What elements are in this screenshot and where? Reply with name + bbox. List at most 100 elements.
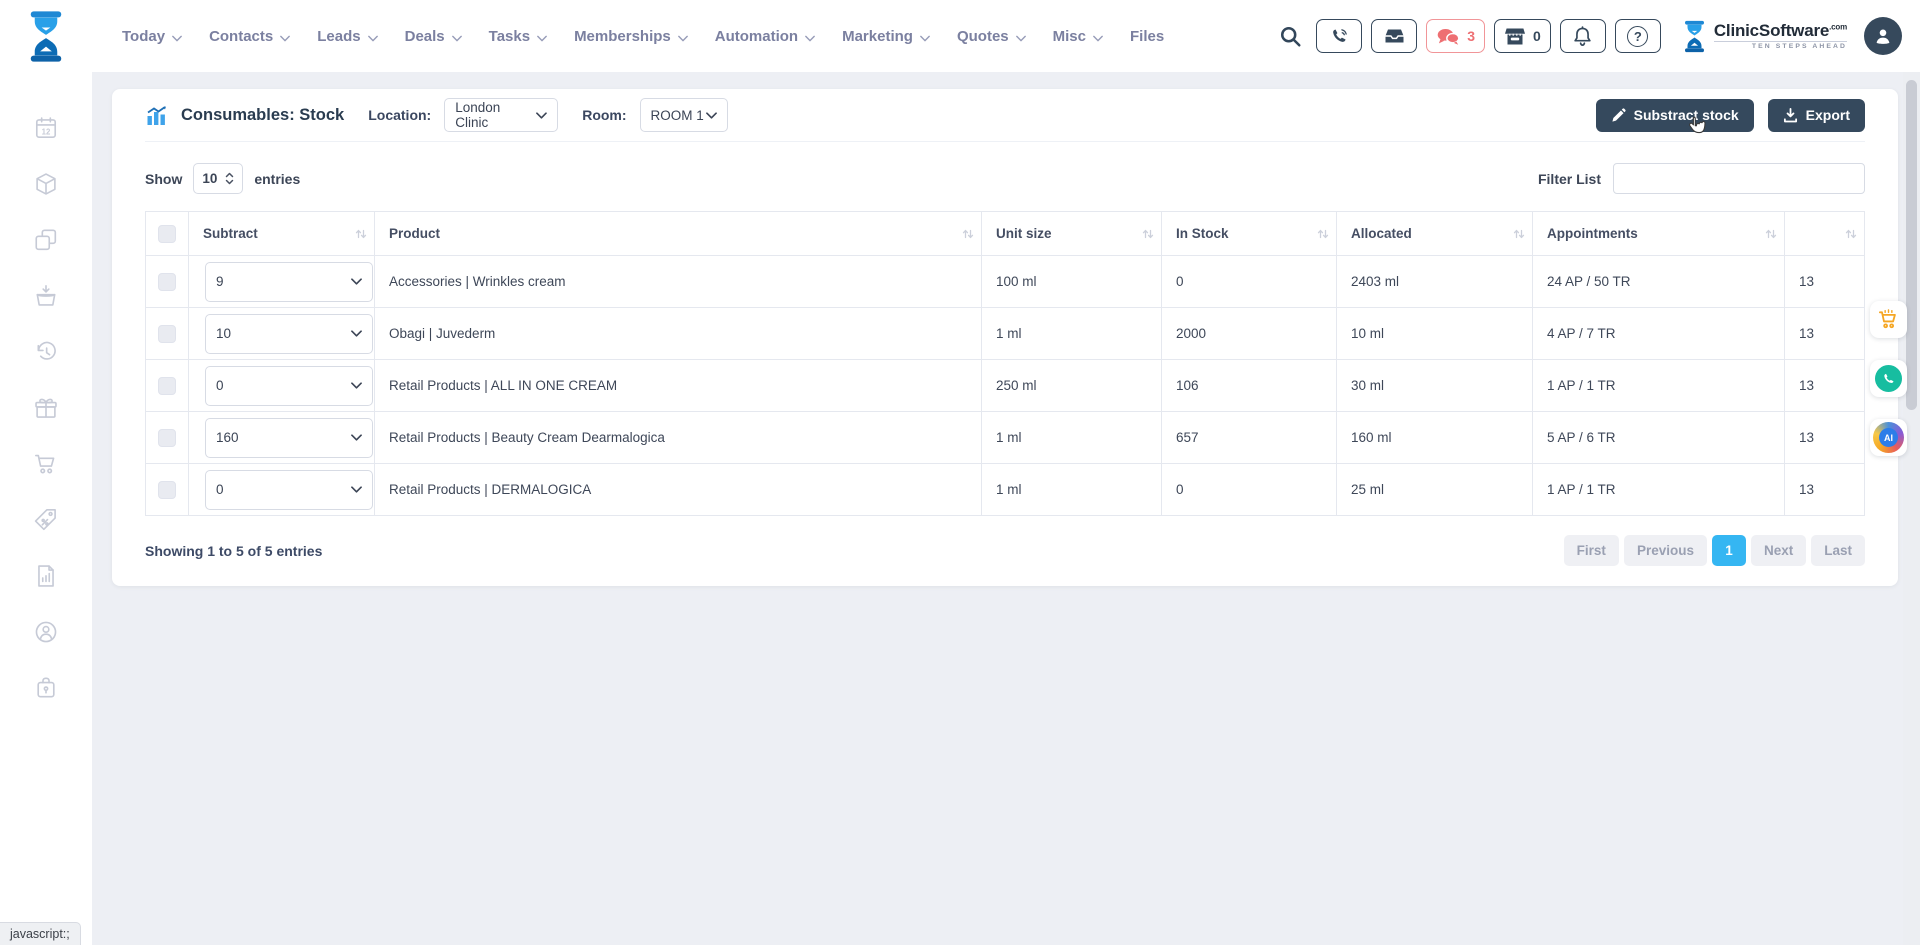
inbox-button[interactable] (1371, 19, 1417, 53)
sidebar-item-discounts[interactable] (31, 506, 61, 533)
allocated-cell: 30 ml (1337, 360, 1533, 412)
page-next-button[interactable]: Next (1751, 535, 1806, 566)
subtract-select-value: 160 (216, 430, 239, 445)
sidebar-item-basket-download[interactable] (31, 282, 61, 309)
svg-text:12: 12 (42, 127, 51, 136)
chevron-down-icon (280, 29, 290, 46)
room-select[interactable]: ROOM 1 (640, 98, 728, 132)
column-header-extra[interactable] (1785, 212, 1865, 256)
user-avatar[interactable] (1864, 17, 1902, 55)
sidebar-item-gift[interactable] (31, 394, 61, 421)
allocated-cell: 10 ml (1337, 308, 1533, 360)
location-select[interactable]: London Clinic (444, 98, 558, 132)
nav-item-marketing[interactable]: Marketing (842, 27, 930, 46)
nav-item-label: Misc (1053, 28, 1086, 45)
sidebar-item-cart[interactable] (31, 450, 61, 477)
row-checkbox[interactable] (158, 429, 176, 447)
subtract-stock-button[interactable]: Substract stock (1596, 99, 1754, 132)
phone-button[interactable] (1316, 19, 1362, 53)
subtract-select[interactable]: 0 (205, 366, 373, 406)
select-all-checkbox[interactable] (158, 225, 176, 243)
row-checkbox[interactable] (158, 377, 176, 395)
export-button[interactable]: Export (1768, 99, 1865, 132)
sidebar-item-copy[interactable] (31, 226, 61, 253)
search-icon[interactable] (1279, 25, 1302, 48)
column-header-allocated[interactable]: Allocated (1337, 212, 1533, 256)
ai-assistant-icon: AI (1873, 422, 1904, 453)
scrollbar-thumb[interactable] (1906, 80, 1917, 410)
page-scrollbar[interactable] (1903, 72, 1920, 945)
row-checkbox[interactable] (158, 273, 176, 291)
chevron-down-icon (172, 29, 182, 46)
nav-item-contacts[interactable]: Contacts (209, 27, 290, 46)
column-header-subtract[interactable]: Subtract (189, 212, 375, 256)
nav-item-files[interactable]: Files (1130, 28, 1164, 45)
consumables-stock-card: Consumables: Stock Location: London Clin… (112, 89, 1898, 586)
chevron-down-icon (351, 330, 362, 337)
nav-item-misc[interactable]: Misc (1053, 27, 1103, 46)
chat-badge: 3 (1467, 28, 1475, 44)
nav-item-automation[interactable]: Automation (715, 27, 815, 46)
pos-button[interactable]: 0 (1494, 19, 1551, 53)
page-previous-button[interactable]: Previous (1624, 535, 1707, 566)
unit-size-cell: 100 ml (982, 256, 1162, 308)
subtract-select[interactable]: 10 (205, 314, 373, 354)
hourglass-logo-icon (26, 10, 66, 63)
location-select-value: London Clinic (455, 100, 536, 130)
column-header-product[interactable]: Product (375, 212, 982, 256)
filter-list-input[interactable] (1613, 163, 1865, 194)
floating-cart-button[interactable] (1870, 301, 1907, 338)
nav-item-memberships[interactable]: Memberships (574, 27, 688, 46)
app-logo[interactable] (0, 10, 92, 63)
table-row: 160 Retail Products | Beauty Cream Dearma… (146, 412, 1865, 464)
nav-item-today[interactable]: Today (122, 27, 182, 46)
product-cell: Retail Products | Beauty Cream Dearmalog… (375, 412, 982, 464)
nav-item-quotes[interactable]: Quotes (957, 27, 1026, 46)
nav-item-leads[interactable]: Leads (317, 27, 377, 46)
subtract-select[interactable]: 0 (205, 470, 373, 510)
help-icon: ? (1627, 26, 1648, 47)
nav-item-deals[interactable]: Deals (405, 27, 462, 46)
sidebar: 12 (0, 72, 92, 945)
chevron-down-icon (1093, 29, 1103, 46)
extra-cell: 13 (1785, 308, 1865, 360)
room-select-value: ROOM 1 (651, 108, 704, 123)
nav-item-label: Deals (405, 28, 445, 45)
stock-chart-icon (145, 105, 169, 126)
row-checkbox[interactable] (158, 481, 176, 499)
sidebar-item-history[interactable] (31, 338, 61, 365)
in-stock-cell: 106 (1162, 360, 1337, 412)
sidebar-item-account[interactable] (31, 618, 61, 645)
table-row: 10Obagi | Juvederm1 ml200010 ml4 AP / 7 … (146, 308, 1865, 360)
help-button[interactable]: ? (1615, 19, 1661, 53)
chevron-down-icon (1016, 29, 1026, 46)
sidebar-item-reports[interactable] (31, 562, 61, 589)
page-number-button[interactable]: 1 (1712, 535, 1746, 566)
sidebar-item-locker[interactable] (31, 674, 61, 701)
gift-icon (33, 395, 59, 421)
sidebar-item-calendar[interactable]: 12 (31, 114, 61, 141)
nav-item-label: Tasks (489, 28, 530, 45)
sidebar-item-products[interactable] (31, 170, 61, 197)
floating-ai-button[interactable]: AI (1870, 419, 1907, 456)
locker-icon (33, 675, 59, 701)
download-icon (1783, 107, 1798, 123)
chat-button[interactable]: 3 (1426, 19, 1485, 53)
column-header-unit-size[interactable]: Unit size (982, 212, 1162, 256)
column-header-appointments[interactable]: Appointments (1533, 212, 1785, 256)
nav-item-label: Marketing (842, 28, 913, 45)
column-header-in-stock[interactable]: In Stock (1162, 212, 1337, 256)
show-entries-select[interactable]: 10 (193, 163, 243, 194)
brand-logo[interactable]: ClinicSoftware.com TEN STEPS AHEAD (1682, 20, 1847, 53)
floating-phone-button[interactable] (1870, 360, 1907, 397)
row-checkbox[interactable] (158, 325, 176, 343)
page-last-button[interactable]: Last (1811, 535, 1865, 566)
allocated-cell: 160 ml (1337, 412, 1533, 464)
bell-icon (1573, 26, 1592, 47)
notifications-button[interactable] (1560, 19, 1606, 53)
page-first-button[interactable]: First (1564, 535, 1619, 566)
sort-icon (962, 228, 974, 240)
subtract-select[interactable]: 9 (205, 262, 373, 302)
nav-item-tasks[interactable]: Tasks (489, 27, 547, 46)
subtract-select[interactable]: 160 (205, 418, 373, 458)
